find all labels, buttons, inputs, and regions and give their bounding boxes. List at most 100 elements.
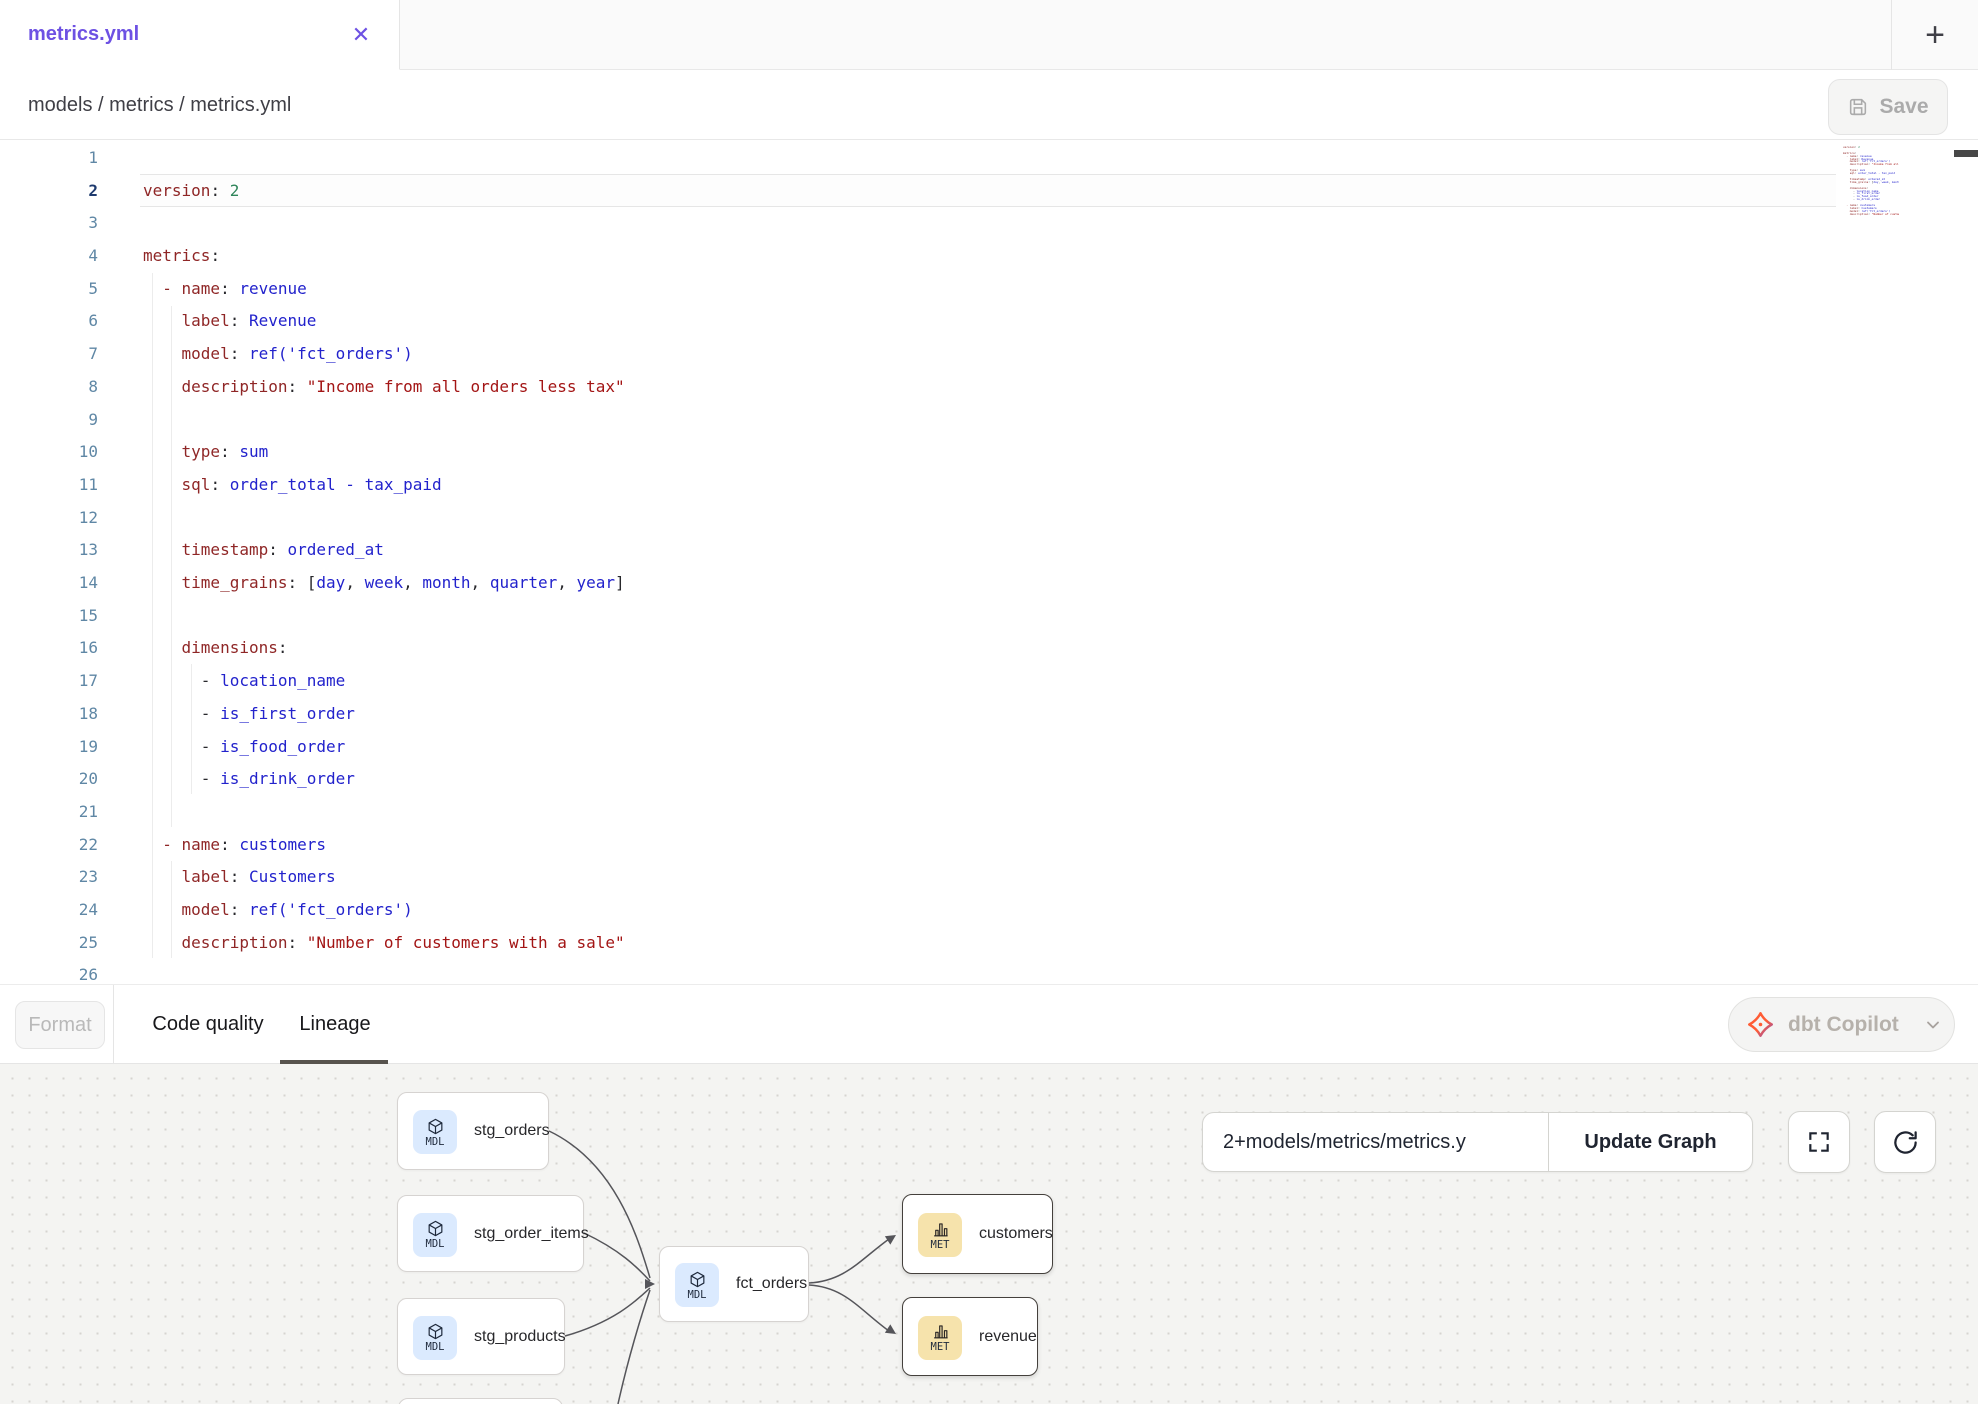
tab-lineage[interactable]: Lineage [290,985,380,1064]
code-line: 26 [0,958,1900,984]
tab-metrics-yml[interactable]: metrics.yml ✕ [0,0,400,70]
update-graph-button[interactable]: Update Graph [1549,1113,1752,1171]
line-number: 15 [0,599,98,632]
code-line: 24 model: ref('fct_orders') [0,893,1900,926]
code-line: 19 - is_food_order [0,730,1900,763]
line-number: 9 [0,403,98,436]
line-number: 4 [0,239,98,272]
dbt-copilot-button[interactable]: dbt Copilot [1728,997,1955,1052]
lineage-canvas[interactable]: MDLstg_ordersMDLstg_order_itemsMDLstg_pr… [0,1064,1978,1404]
model-cube-icon: MDL [413,1316,457,1360]
code-line: 25 description: "Number of customers wit… [0,926,1900,959]
code-line: 3 [0,206,1900,239]
code-line: 13 timestamp: ordered_at [0,533,1900,566]
node-label: revenue [979,1328,1037,1346]
line-number: 21 [0,795,98,828]
fullscreen-button[interactable] [1788,1111,1850,1173]
save-label: Save [1879,95,1928,119]
line-number: 14 [0,566,98,599]
code-line: 18 - is_first_order [0,697,1900,730]
dbt-copilot-icon [1747,1011,1774,1038]
model-cube-icon: MDL [413,1110,457,1154]
code-line: 23 label: Customers [0,860,1900,893]
line-number: 20 [0,762,98,795]
code-editor[interactable]: 12version: 234metrics:5 - name: revenue6… [0,140,1978,984]
metric-chart-icon: MET [918,1213,962,1257]
metric-chart-icon: MET [918,1316,962,1360]
model-selector-input[interactable] [1203,1113,1548,1171]
tab-bar: metrics.yml ✕ + [0,0,1978,70]
minimap[interactable]: version: 2 metrics: - name: revenue labe… [1843,143,1899,273]
line-number: 26 [0,958,98,984]
scrollbar-thumb[interactable] [1954,150,1978,157]
code-line: 11 sql: order_total - tax_paid [0,468,1900,501]
refresh-icon [1892,1129,1919,1156]
code-line: 7 model: ref('fct_orders') [0,337,1900,370]
line-number: 23 [0,860,98,893]
new-tab-zone: + [1891,0,1978,70]
line-number: 13 [0,533,98,566]
lineage-node-fct_orders[interactable]: MDL fct_orders [659,1246,809,1322]
line-number: 1 [0,141,98,174]
code-line: 22 - name: customers [0,828,1900,861]
line-number: 24 [0,893,98,926]
chevron-down-icon [1923,1015,1943,1035]
code-line: 14 time_grains: [day, week, month, quart… [0,566,1900,599]
line-number: 25 [0,926,98,959]
code-line: 6 label: Revenue [0,304,1900,337]
model-cube-icon: MDL [413,1213,457,1257]
node-label: stg_orders [474,1122,550,1140]
lineage-controls: Update Graph [1202,1112,1753,1172]
fullscreen-icon [1806,1129,1832,1155]
model-cube-icon: MDL [675,1263,719,1307]
node-label: customers [979,1225,1053,1243]
code-line: 20 - is_drink_order [0,762,1900,795]
lineage-node-stg_order_items[interactable]: MDLstg_order_items [397,1195,584,1272]
code-line: 15 [0,599,1900,632]
code-line: 21 [0,795,1900,828]
dbt-copilot-label: dbt Copilot [1788,1013,1899,1037]
line-number: 5 [0,272,98,305]
plus-icon[interactable]: + [1925,18,1945,52]
code-line: 5 - name: revenue [0,272,1900,305]
tab-code-quality[interactable]: Code quality [145,985,271,1064]
line-number: 22 [0,828,98,861]
code-line: 10 type: sum [0,435,1900,468]
code-line: 2version: 2 [0,174,1900,207]
code-line: 4metrics: [0,239,1900,272]
tab-title: metrics.yml [28,23,139,46]
node-label: stg_products [474,1328,566,1346]
line-number: 17 [0,664,98,697]
node-label: fct_orders [736,1275,807,1293]
line-number: 8 [0,370,98,403]
code-line: 17 - location_name [0,664,1900,697]
lineage-node-stg_products[interactable]: MDL stg_products [397,1298,565,1375]
format-button[interactable]: Format [15,1001,105,1049]
refresh-button[interactable] [1874,1111,1936,1173]
breadcrumb-row: models / metrics / metrics.yml Save [0,70,1978,140]
code-line: 16 dimensions: [0,631,1900,664]
lineage-node-customers[interactable]: MET customers [902,1194,1053,1274]
code-line: 1 [0,141,1900,174]
line-number: 18 [0,697,98,730]
line-number: 6 [0,304,98,337]
save-button[interactable]: Save [1828,79,1948,135]
dbt-ide-window: metrics.yml ✕ + models / metrics / metri… [0,0,1978,1404]
bottom-toolbar: Format Code quality Lineage dbt Copilot [0,984,1978,1064]
line-number: 11 [0,468,98,501]
line-number: 2 [0,174,98,207]
lineage-node-stg_orders[interactable]: MDL stg_orders [397,1092,549,1170]
breadcrumb: models / metrics / metrics.yml [28,70,291,140]
line-number: 16 [0,631,98,664]
code-line: 8 description: "Income from all orders l… [0,370,1900,403]
line-number: 10 [0,435,98,468]
line-number: 7 [0,337,98,370]
lineage-node-revenue[interactable]: MET revenue [902,1297,1038,1376]
lineage-node-stg_clipped[interactable]: MDL [398,1398,563,1404]
node-label: stg_order_items [474,1225,589,1243]
code-line: 12 [0,501,1900,534]
code-line: 9 [0,403,1900,436]
toolbar-divider [113,985,114,1064]
line-number: 3 [0,206,98,239]
close-icon[interactable]: ✕ [345,0,377,70]
